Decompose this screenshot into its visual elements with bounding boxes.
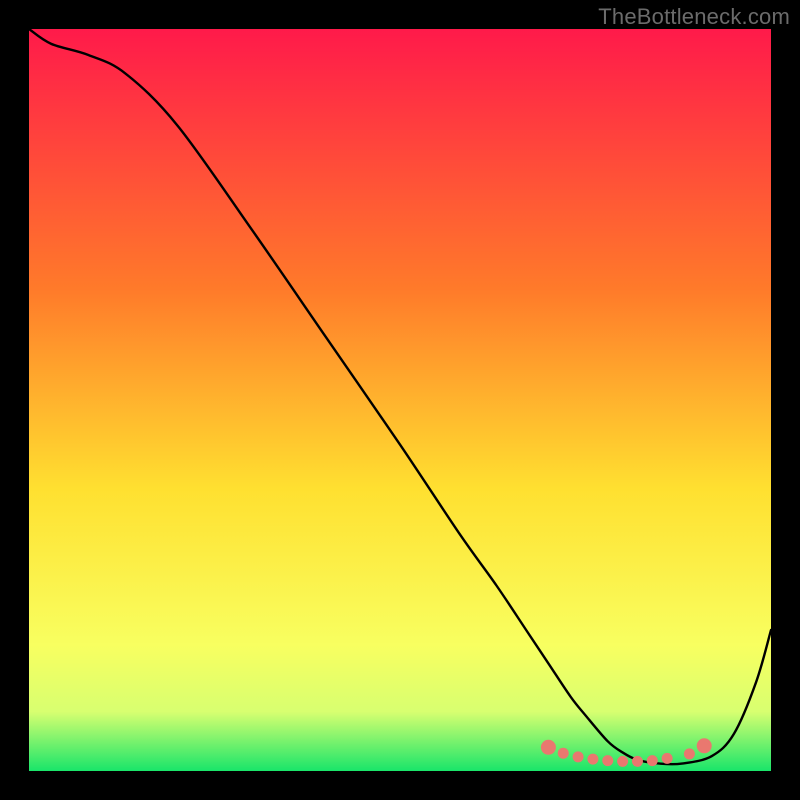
chart-frame: TheBottleneck.com xyxy=(0,0,800,800)
watermark-text: TheBottleneck.com xyxy=(598,4,790,30)
chart-svg xyxy=(29,29,771,771)
marker-dot xyxy=(573,751,584,762)
marker-dot xyxy=(558,748,569,759)
gradient-background xyxy=(29,29,771,771)
plot-area xyxy=(29,29,771,771)
marker-dot xyxy=(697,738,712,753)
marker-dot xyxy=(647,755,658,766)
marker-dot xyxy=(684,748,695,759)
marker-dot xyxy=(632,756,643,767)
marker-dot xyxy=(541,740,556,755)
marker-dot xyxy=(662,753,673,764)
marker-dot xyxy=(587,754,598,765)
marker-dot xyxy=(617,756,628,767)
marker-dot xyxy=(602,755,613,766)
